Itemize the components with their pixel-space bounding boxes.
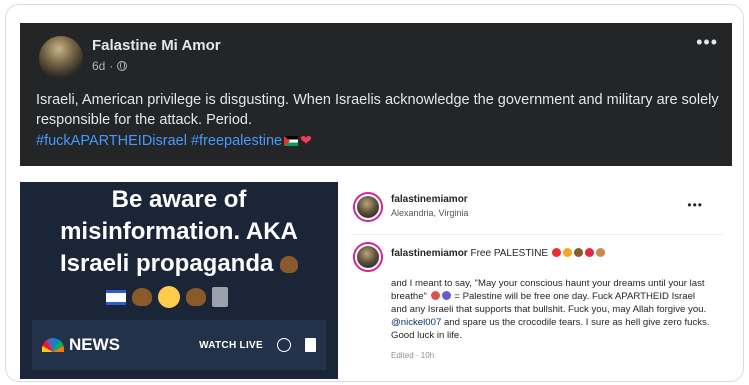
post-time[interactable]: 6d bbox=[92, 59, 105, 73]
nbc-news-label: NEWS bbox=[69, 335, 120, 354]
author-name[interactable]: Falastine Mi Amor bbox=[92, 37, 221, 54]
emoji-icon bbox=[430, 291, 440, 300]
palestine-flag-icon bbox=[284, 136, 299, 146]
news-line-1: Be aware of bbox=[111, 186, 247, 213]
ig-caption-start: Free PALESTINE bbox=[470, 248, 549, 259]
ig-caption-username: falastinemiamor bbox=[391, 248, 468, 259]
poop-emoji-icon bbox=[280, 256, 299, 273]
instagram-screenshot: falastinemiamor Alexandria, Virginia •••… bbox=[343, 182, 729, 379]
hand-emoji-icon bbox=[595, 248, 605, 257]
profile-icon bbox=[277, 338, 291, 352]
watch-live-link: WATCH LIVE bbox=[199, 339, 263, 351]
ig-username: falastinemiamor bbox=[391, 194, 468, 205]
ig-avatar bbox=[353, 192, 383, 222]
ig-location: Alexandria, Virginia bbox=[391, 208, 469, 218]
post-text: Israeli, American privilege is disgustin… bbox=[36, 90, 726, 151]
trash-can-icon bbox=[212, 287, 228, 307]
emoji-row bbox=[106, 286, 228, 308]
news-line-2: misinformation. AKA bbox=[60, 218, 298, 245]
poop-emoji-icon bbox=[186, 288, 206, 306]
post-hashtags[interactable]: #fuckAPARTHEIDisrael #freepalestine bbox=[36, 133, 282, 149]
author-avatar[interactable] bbox=[39, 36, 83, 80]
nbc-news-bar: NEWS WATCH LIVE bbox=[32, 320, 326, 370]
news-line-3: Israeli propaganda bbox=[20, 248, 338, 280]
poop-emoji-icon bbox=[132, 288, 152, 306]
ig-divider bbox=[351, 234, 723, 235]
heart-icon: ❤ bbox=[300, 132, 312, 148]
heart-emoji-icon bbox=[584, 248, 594, 257]
ig-more-icon: ••• bbox=[687, 198, 703, 212]
ig-edited-time: Edited · 10h bbox=[391, 351, 435, 360]
emoji-icon bbox=[441, 291, 451, 300]
news-image[interactable]: Be aware of misinformation. AKA Israeli … bbox=[20, 182, 338, 379]
post-meta: 6d · bbox=[92, 59, 128, 73]
flag-emoji-icon bbox=[551, 248, 561, 257]
post-body: Israeli, American privilege is disgustin… bbox=[36, 92, 719, 128]
poop-emoji-icon bbox=[573, 248, 583, 257]
ig-caption-body: and I meant to say, "May your conscious … bbox=[391, 277, 713, 342]
ig-caption-line: falastinemiamor Free PALESTINE bbox=[391, 248, 606, 259]
document-icon bbox=[305, 338, 316, 352]
embedded-screenshot-frame: Falastine Mi Amor 6d · ••• Israeli, Amer… bbox=[5, 4, 744, 382]
globe-icon bbox=[117, 61, 128, 71]
ig-mention: @nickel007 bbox=[391, 317, 442, 328]
news-image-text: Be aware of misinformation. AKA Israeli … bbox=[20, 182, 338, 280]
facebook-post: Falastine Mi Amor 6d · ••• Israeli, Amer… bbox=[20, 23, 732, 166]
more-options-icon[interactable]: ••• bbox=[696, 33, 718, 51]
israel-flag-icon bbox=[106, 289, 126, 305]
ig-caption-avatar bbox=[353, 242, 383, 272]
meta-separator: · bbox=[109, 59, 114, 73]
nbc-peacock-icon bbox=[42, 338, 64, 352]
flushed-face-icon bbox=[158, 286, 180, 308]
fire-emoji-icon bbox=[562, 248, 572, 257]
